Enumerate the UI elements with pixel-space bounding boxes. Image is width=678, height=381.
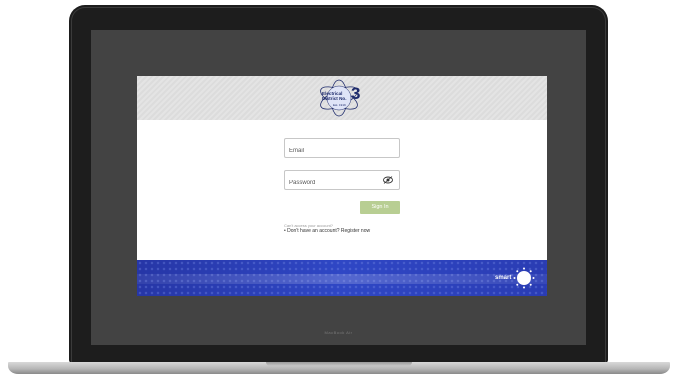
sign-in-button[interactable]: Sign In — [360, 201, 400, 214]
password-input[interactable] — [285, 174, 379, 192]
bezel-caption: MacBook Air — [324, 330, 353, 335]
account-links: Can't access your account? • Don't have … — [284, 223, 370, 234]
logo-line2: District No. — [322, 96, 347, 101]
logo-text: Electrical District No. — [322, 91, 352, 101]
email-input[interactable] — [285, 142, 379, 160]
email-field[interactable] — [284, 138, 400, 160]
logo-number: 3 — [351, 84, 361, 103]
footer-band — [137, 274, 547, 284]
page-header: Electrical District No. 3 Est. 1919 — [137, 76, 547, 120]
logo-subtitle: Est. 1919 — [333, 103, 346, 107]
password-field[interactable] — [284, 170, 400, 192]
smart-brand-text: smart — [495, 275, 512, 281]
eye-icon[interactable] — [383, 176, 393, 184]
footer-banner: smart — [137, 260, 547, 296]
register-link[interactable]: Don't have an account? Register now — [287, 228, 370, 234]
laptop-notch — [266, 362, 412, 366]
login-page: Electrical District No. 3 Est. 1919 Sign… — [137, 76, 547, 296]
smart-logo-icon — [513, 267, 535, 289]
register-link-row[interactable]: • Don't have an account? Register now — [284, 228, 370, 235]
